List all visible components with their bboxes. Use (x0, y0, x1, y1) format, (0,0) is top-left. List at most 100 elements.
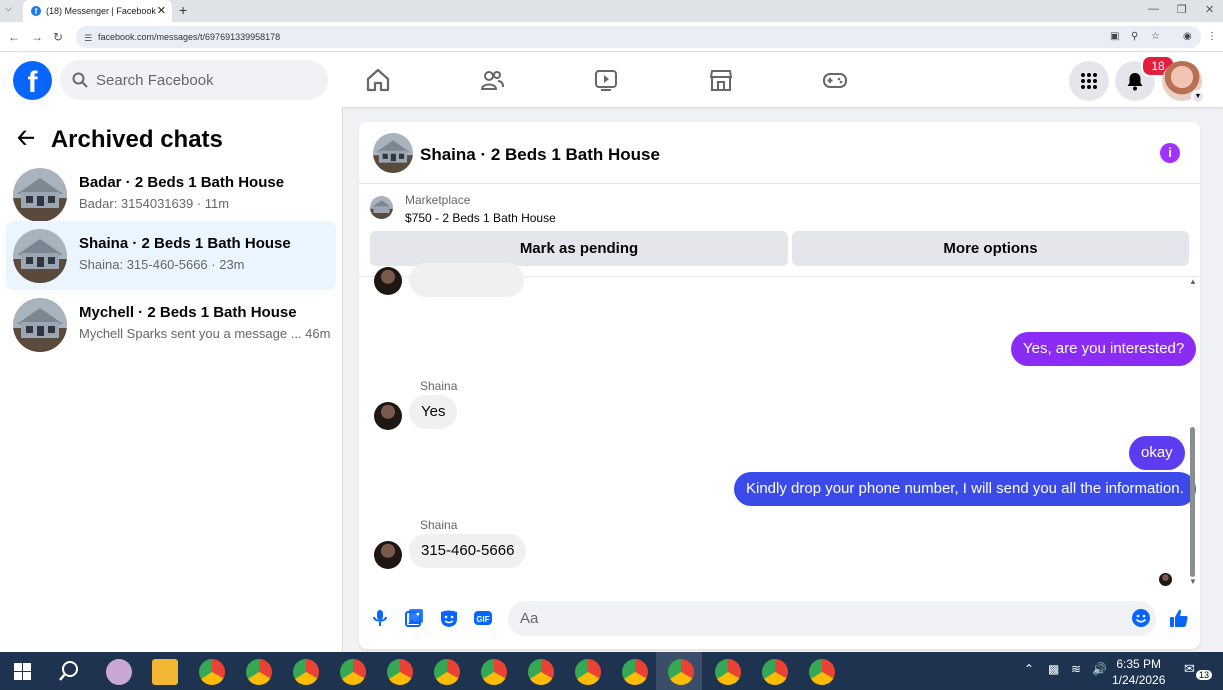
tab-search-dropdown[interactable]: ⌵ (5, 3, 12, 14)
file-explorer-icon[interactable] (152, 659, 178, 685)
restore-icon[interactable]: ❐ (1177, 3, 1187, 16)
facebook-logo-icon[interactable]: f (13, 61, 52, 100)
chrome-profile-icon[interactable] (809, 659, 835, 685)
message-input[interactable]: Aa (508, 601, 1156, 636)
back-icon[interactable]: ← (8, 30, 20, 44)
marketplace-label: Marketplace (405, 193, 471, 207)
panel-title: Archived chats (50, 126, 223, 153)
chevron-down-icon: ▼ (1191, 90, 1205, 104)
forward-icon[interactable]: → (31, 30, 43, 44)
back-arrow-icon[interactable]: 🡠 (17, 121, 35, 159)
archived-chats-panel: 🡠 Archived chats Badar · 2 Beds 1 Bath H… (0, 107, 343, 652)
chat-title: Mychell · 2 Beds 1 Bath House (79, 304, 297, 321)
wifi-icon[interactable]: ≋ (1071, 662, 1081, 676)
bell-icon (1127, 73, 1143, 91)
chrome-profile-icon[interactable] (246, 659, 272, 685)
notification-center-icon[interactable]: ✉ (1184, 661, 1195, 677)
scroll-up-icon[interactable]: ▲ (1189, 277, 1197, 286)
conversation-panel: Shaina · 2 Beds 1 Bath House i Marketpla… (359, 122, 1200, 649)
chat-preview: Badar: 3154031639 · 11m (79, 196, 230, 211)
menu-grid-button[interactable] (1069, 61, 1109, 101)
volume-icon[interactable]: 🔊 (1092, 662, 1107, 676)
listing-thumbnail (370, 196, 393, 219)
thumbs-up-icon[interactable] (1169, 608, 1189, 628)
house-thumbnail (13, 229, 67, 283)
browser-tab[interactable]: f (18) Messenger | Facebook ✕ (23, 0, 172, 22)
message-list: Yes, are you interested? Shaina Yes okay… (359, 263, 1200, 587)
archived-header: 🡠 Archived chats (17, 121, 223, 159)
info-icon[interactable]: i (1160, 143, 1180, 163)
account-avatar[interactable]: ▼ (1162, 61, 1205, 104)
message-bubble-outgoing: Kindly drop your phone number, I will se… (734, 472, 1196, 506)
url-text: facebook.com/messages/t/697691339958178 (98, 32, 281, 42)
photo-icon[interactable] (404, 608, 424, 628)
chrome-profile-icon[interactable] (715, 659, 741, 685)
listing-title[interactable]: $750 - 2 Beds 1 Bath House (405, 211, 556, 225)
taskbar-clock[interactable]: 6:35 PM 1/24/2026 (1112, 656, 1165, 688)
mark-as-pending-button[interactable]: Mark as pending (370, 231, 788, 266)
chrome-profile-icon[interactable] (387, 659, 413, 685)
chat-preview: Mychell Sparks sent you a message ... 46… (79, 326, 331, 341)
bookmark-star-icon[interactable]: ☆ (1151, 31, 1160, 42)
url-field[interactable]: facebook.com/messages/t/697691339958178 (76, 26, 1201, 48)
app-icon[interactable] (106, 659, 132, 685)
sticker-icon[interactable] (439, 608, 459, 628)
watch-video-icon[interactable] (593, 67, 619, 93)
marketplace-icon[interactable] (708, 67, 734, 93)
seen-receipt-avatar (1159, 573, 1172, 586)
zoom-icon[interactable]: ⚲ (1131, 31, 1138, 42)
address-bar-row: ← → ↻ facebook.com/messages/t/6976913399… (0, 22, 1223, 52)
tab-title: (18) Messenger | Facebook (46, 6, 156, 16)
meet-now-icon[interactable]: ▩ (1048, 662, 1059, 676)
chrome-profile-icon[interactable] (528, 659, 554, 685)
gaming-icon[interactable] (822, 67, 848, 93)
install-app-icon[interactable]: ▣ (1110, 31, 1119, 42)
scroll-down-icon[interactable]: ▼ (1189, 577, 1197, 586)
conversation-header: Shaina · 2 Beds 1 Bath House i (359, 122, 1200, 184)
chrome-profile-icon[interactable] (481, 659, 507, 685)
new-tab-button[interactable]: + (179, 2, 187, 18)
close-window-icon[interactable]: ✕ (1205, 3, 1214, 16)
emoji-icon[interactable] (1131, 608, 1151, 628)
chevron-up-icon[interactable]: ⌃ (1024, 662, 1034, 676)
chrome-profile-icon[interactable] (340, 659, 366, 685)
chrome-profile-icon[interactable] (622, 659, 648, 685)
close-tab-icon[interactable]: ✕ (157, 4, 166, 17)
site-info-icon[interactable]: ☰ (84, 33, 92, 44)
gif-icon[interactable]: GIF (473, 608, 493, 628)
profile-icon[interactable]: ◉ (1183, 31, 1192, 42)
chrome-profile-icon[interactable] (762, 659, 788, 685)
browser-menu-icon[interactable]: ⋮ (1207, 31, 1217, 42)
conversation-title[interactable]: Shaina · 2 Beds 1 Bath House (420, 145, 660, 165)
minimize-icon[interactable]: — (1148, 3, 1159, 15)
search-input[interactable]: Search Facebook (60, 60, 328, 100)
message-bubble-outgoing: Yes, are you interested? (1011, 332, 1197, 366)
conversation-avatar[interactable] (373, 133, 413, 173)
browser-tab-strip: ⌵ f (18) Messenger | Facebook ✕ + — ❐ ✕ (0, 0, 1223, 22)
home-icon[interactable] (365, 67, 391, 93)
friends-icon[interactable] (479, 67, 505, 93)
taskbar-search-icon[interactable] (58, 660, 80, 682)
microphone-icon[interactable] (370, 608, 390, 628)
chat-list-item[interactable]: Mychell · 2 Beds 1 Bath House Mychell Sp… (6, 290, 336, 359)
clock-date: 1/24/2026 (1112, 673, 1166, 687)
chrome-profile-icon-active[interactable] (668, 659, 694, 685)
chat-preview: Shaina: 315-460-5666 · 23m (79, 257, 245, 272)
reload-icon[interactable]: ↻ (53, 30, 63, 44)
house-thumbnail (13, 168, 67, 222)
sender-avatar (374, 267, 402, 295)
scrollbar-thumb[interactable] (1190, 427, 1195, 577)
chrome-profile-icon[interactable] (293, 659, 319, 685)
search-placeholder: Search Facebook (96, 71, 214, 89)
facebook-header: f Search Facebook 18 ▼ (0, 52, 1223, 107)
windows-taskbar: ⌃ ▩ ≋ 🔊 6:35 PM 1/24/2026 ✉ 13 (0, 652, 1223, 690)
more-options-button[interactable]: More options (792, 231, 1189, 266)
sender-name: Shaina (420, 518, 458, 532)
chrome-profile-icon[interactable] (434, 659, 460, 685)
message-bubble-incoming: Yes (409, 395, 458, 429)
chat-list-item[interactable]: Badar · 2 Beds 1 Bath House Badar: 31540… (6, 160, 336, 229)
chat-list-item-active[interactable]: Shaina · 2 Beds 1 Bath House Shaina: 315… (6, 221, 336, 290)
chrome-profile-icon[interactable] (575, 659, 601, 685)
windows-start-icon[interactable] (14, 663, 31, 680)
chrome-icon[interactable] (199, 659, 225, 685)
